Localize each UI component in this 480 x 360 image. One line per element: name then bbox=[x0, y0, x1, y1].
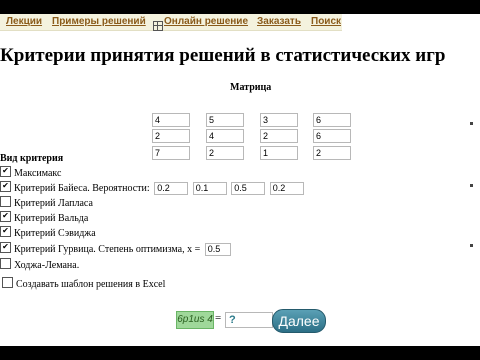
criterion-hodges-lehmann: Ходжа-Лемана. bbox=[0, 258, 79, 271]
matrix-cell-r2c4[interactable]: 6 bbox=[313, 129, 351, 143]
nav-link-examples[interactable]: Примеры решений bbox=[52, 16, 146, 27]
nav-link-online-solution[interactable]: Онлайн решение bbox=[164, 16, 248, 27]
next-button[interactable]: Далее bbox=[272, 309, 326, 333]
excel-template-checkbox[interactable] bbox=[2, 277, 13, 288]
nav-link-search[interactable]: Поиск bbox=[311, 16, 341, 27]
matrix-cell-r1c3[interactable]: 3 bbox=[260, 113, 298, 127]
bayes-prob-1[interactable]: 0.2 bbox=[154, 182, 189, 195]
maximax-label: Максимакс bbox=[14, 168, 62, 179]
hurwicz-label: Критерий Гурвица. Степень оптимизма, x = bbox=[14, 244, 201, 255]
hodges-lehmann-label: Ходжа-Лемана. bbox=[14, 260, 80, 271]
captcha-equals: = bbox=[215, 312, 222, 324]
nav-link-order[interactable]: Заказать bbox=[257, 16, 301, 27]
criterion-maximax: Максимакс bbox=[0, 166, 61, 179]
criterion-laplace: Критерий Лапласа bbox=[0, 196, 93, 209]
captcha-answer-input[interactable]: ? bbox=[225, 312, 273, 328]
margin-mark bbox=[470, 244, 473, 247]
matrix-cell-r2c3[interactable]: 2 bbox=[260, 129, 298, 143]
savage-checkbox[interactable] bbox=[0, 226, 11, 237]
matrix-cell-r3c4[interactable]: 2 bbox=[313, 146, 351, 160]
matrix-cell-r2c1[interactable]: 2 bbox=[152, 129, 190, 143]
matrix-cell-r1c2[interactable]: 5 bbox=[206, 113, 244, 127]
matrix-title: Матрица bbox=[230, 82, 272, 93]
wald-label: Критерий Вальда bbox=[14, 213, 89, 224]
margin-mark bbox=[470, 184, 473, 187]
savage-label: Критерий Сэвиджа bbox=[14, 228, 96, 239]
top-nav: Лекции Примеры решений Онлайн решение За… bbox=[0, 14, 342, 31]
hurwicz-checkbox[interactable] bbox=[0, 242, 11, 253]
nav-link-lectures[interactable]: Лекции bbox=[6, 16, 42, 27]
criterion-savage: Критерий Сэвиджа bbox=[0, 226, 96, 239]
maximax-checkbox[interactable] bbox=[0, 166, 11, 177]
margin-mark bbox=[470, 122, 473, 125]
matrix-cell-r3c3[interactable]: 1 bbox=[260, 146, 298, 160]
plus-square-icon bbox=[153, 17, 164, 35]
criterion-hurwicz: Критерий Гурвица. Степень оптимизма, x =… bbox=[0, 242, 231, 256]
laplace-label: Критерий Лапласа bbox=[14, 198, 93, 209]
excel-template-option: Создавать шаблон решения в Excel bbox=[2, 277, 165, 290]
wald-checkbox[interactable] bbox=[0, 211, 11, 222]
matrix-cell-r2c2[interactable]: 4 bbox=[206, 129, 244, 143]
bayes-prob-2[interactable]: 0.1 bbox=[192, 182, 227, 195]
matrix-cell-r3c1[interactable]: 7 bbox=[152, 146, 190, 160]
captcha-image: 6p1us 4 bbox=[176, 311, 214, 329]
laplace-checkbox[interactable] bbox=[0, 196, 11, 207]
matrix-cell-r3c2[interactable]: 2 bbox=[206, 146, 244, 160]
bayes-prob-4[interactable]: 0.2 bbox=[269, 182, 304, 195]
hurwicz-optimism-input[interactable]: 0.5 bbox=[204, 243, 231, 256]
criterion-wald: Критерий Вальда bbox=[0, 211, 88, 224]
criterion-bayes: Критерий Байеса. Вероятности: 0.2 0.1 0.… bbox=[0, 181, 304, 195]
excel-template-label: Создавать шаблон решения в Excel bbox=[16, 279, 166, 290]
bayes-checkbox[interactable] bbox=[0, 181, 11, 192]
page-title: Критерии принятия решений в статистическ… bbox=[0, 45, 446, 66]
hodges-lehmann-checkbox[interactable] bbox=[0, 258, 11, 269]
bayes-label: Критерий Байеса. Вероятности: bbox=[14, 183, 150, 194]
matrix-cell-r1c1[interactable]: 4 bbox=[152, 113, 190, 127]
bayes-prob-3[interactable]: 0.5 bbox=[231, 182, 266, 195]
criteria-title: Вид критерия bbox=[0, 153, 64, 164]
matrix-cell-r1c4[interactable]: 6 bbox=[313, 113, 351, 127]
